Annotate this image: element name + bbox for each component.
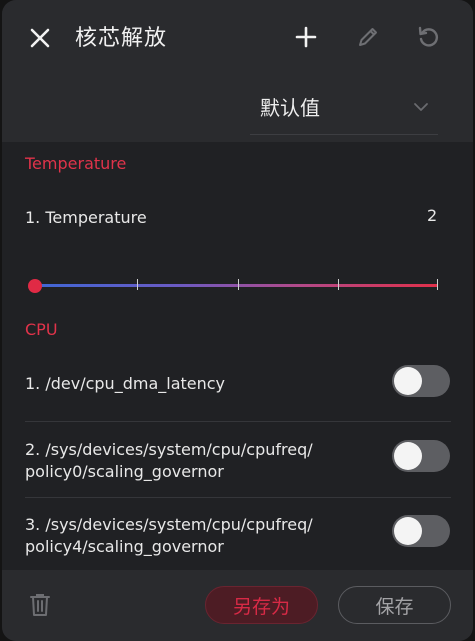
slider-tick: [137, 279, 138, 290]
reset-icon: [418, 26, 439, 47]
temperature-item-label: 1. Temperature: [25, 208, 147, 227]
temperature-slider[interactable]: [28, 276, 440, 296]
trash-icon: [30, 594, 50, 616]
close-button[interactable]: [26, 24, 54, 52]
cpu-item-label-line1: 2. /sys/devices/system/cpu/cpufreq/: [25, 440, 313, 459]
save-button[interactable]: 保存: [338, 586, 451, 624]
slider-tick: [238, 279, 239, 290]
close-icon: [30, 28, 50, 48]
cpu-item-label-line1: 3. /sys/devices/system/cpu/cpufreq/: [25, 515, 313, 534]
save-as-button[interactable]: 另存为: [205, 586, 318, 624]
section-title-cpu: CPU: [25, 320, 58, 339]
divider: [25, 421, 451, 422]
dialog-header: 核芯解放 默认值: [2, 0, 473, 142]
plus-icon: [295, 26, 317, 48]
policy4-governor-toggle[interactable]: [392, 515, 450, 547]
toggle-knob: [394, 442, 422, 470]
cpu-item-label-line2: policy4/scaling_governor: [25, 537, 224, 556]
pencil-icon: [359, 28, 377, 46]
toggle-knob: [394, 517, 422, 545]
toggle-knob: [394, 367, 422, 395]
reset-button[interactable]: [413, 22, 443, 52]
chevron-down-icon: [414, 103, 428, 111]
profile-dialog: 核芯解放 默认值 Temperature 1. Temperature 2 CP…: [2, 0, 473, 641]
temperature-item-value: 2: [427, 206, 438, 225]
edit-button[interactable]: [353, 22, 383, 52]
profile-select[interactable]: 默认值: [250, 82, 438, 135]
profile-select-value: 默认值: [260, 96, 320, 120]
slider-tick: [338, 279, 339, 290]
dialog-footer: 另存为 保存: [2, 570, 473, 641]
delete-button[interactable]: [28, 592, 52, 618]
section-title-temperature: Temperature: [25, 154, 127, 173]
cpu-dma-latency-toggle[interactable]: [392, 365, 450, 397]
cpu-item-label: 2. /sys/devices/system/cpu/cpufreq/ poli…: [25, 439, 313, 483]
slider-track: [34, 284, 438, 287]
divider: [25, 497, 451, 498]
settings-list: Temperature 1. Temperature 2 CPU 1. /dev…: [2, 142, 473, 570]
cpu-item-label-line2: policy0/scaling_governor: [25, 462, 224, 481]
add-button[interactable]: [291, 22, 321, 52]
slider-thumb[interactable]: [28, 279, 42, 293]
dialog-title: 核芯解放: [75, 26, 168, 51]
policy0-governor-toggle[interactable]: [392, 440, 450, 472]
cpu-item-label: 1. /dev/cpu_dma_latency: [25, 374, 226, 393]
slider-tick: [437, 279, 438, 290]
cpu-item-label: 3. /sys/devices/system/cpu/cpufreq/ poli…: [25, 514, 313, 558]
